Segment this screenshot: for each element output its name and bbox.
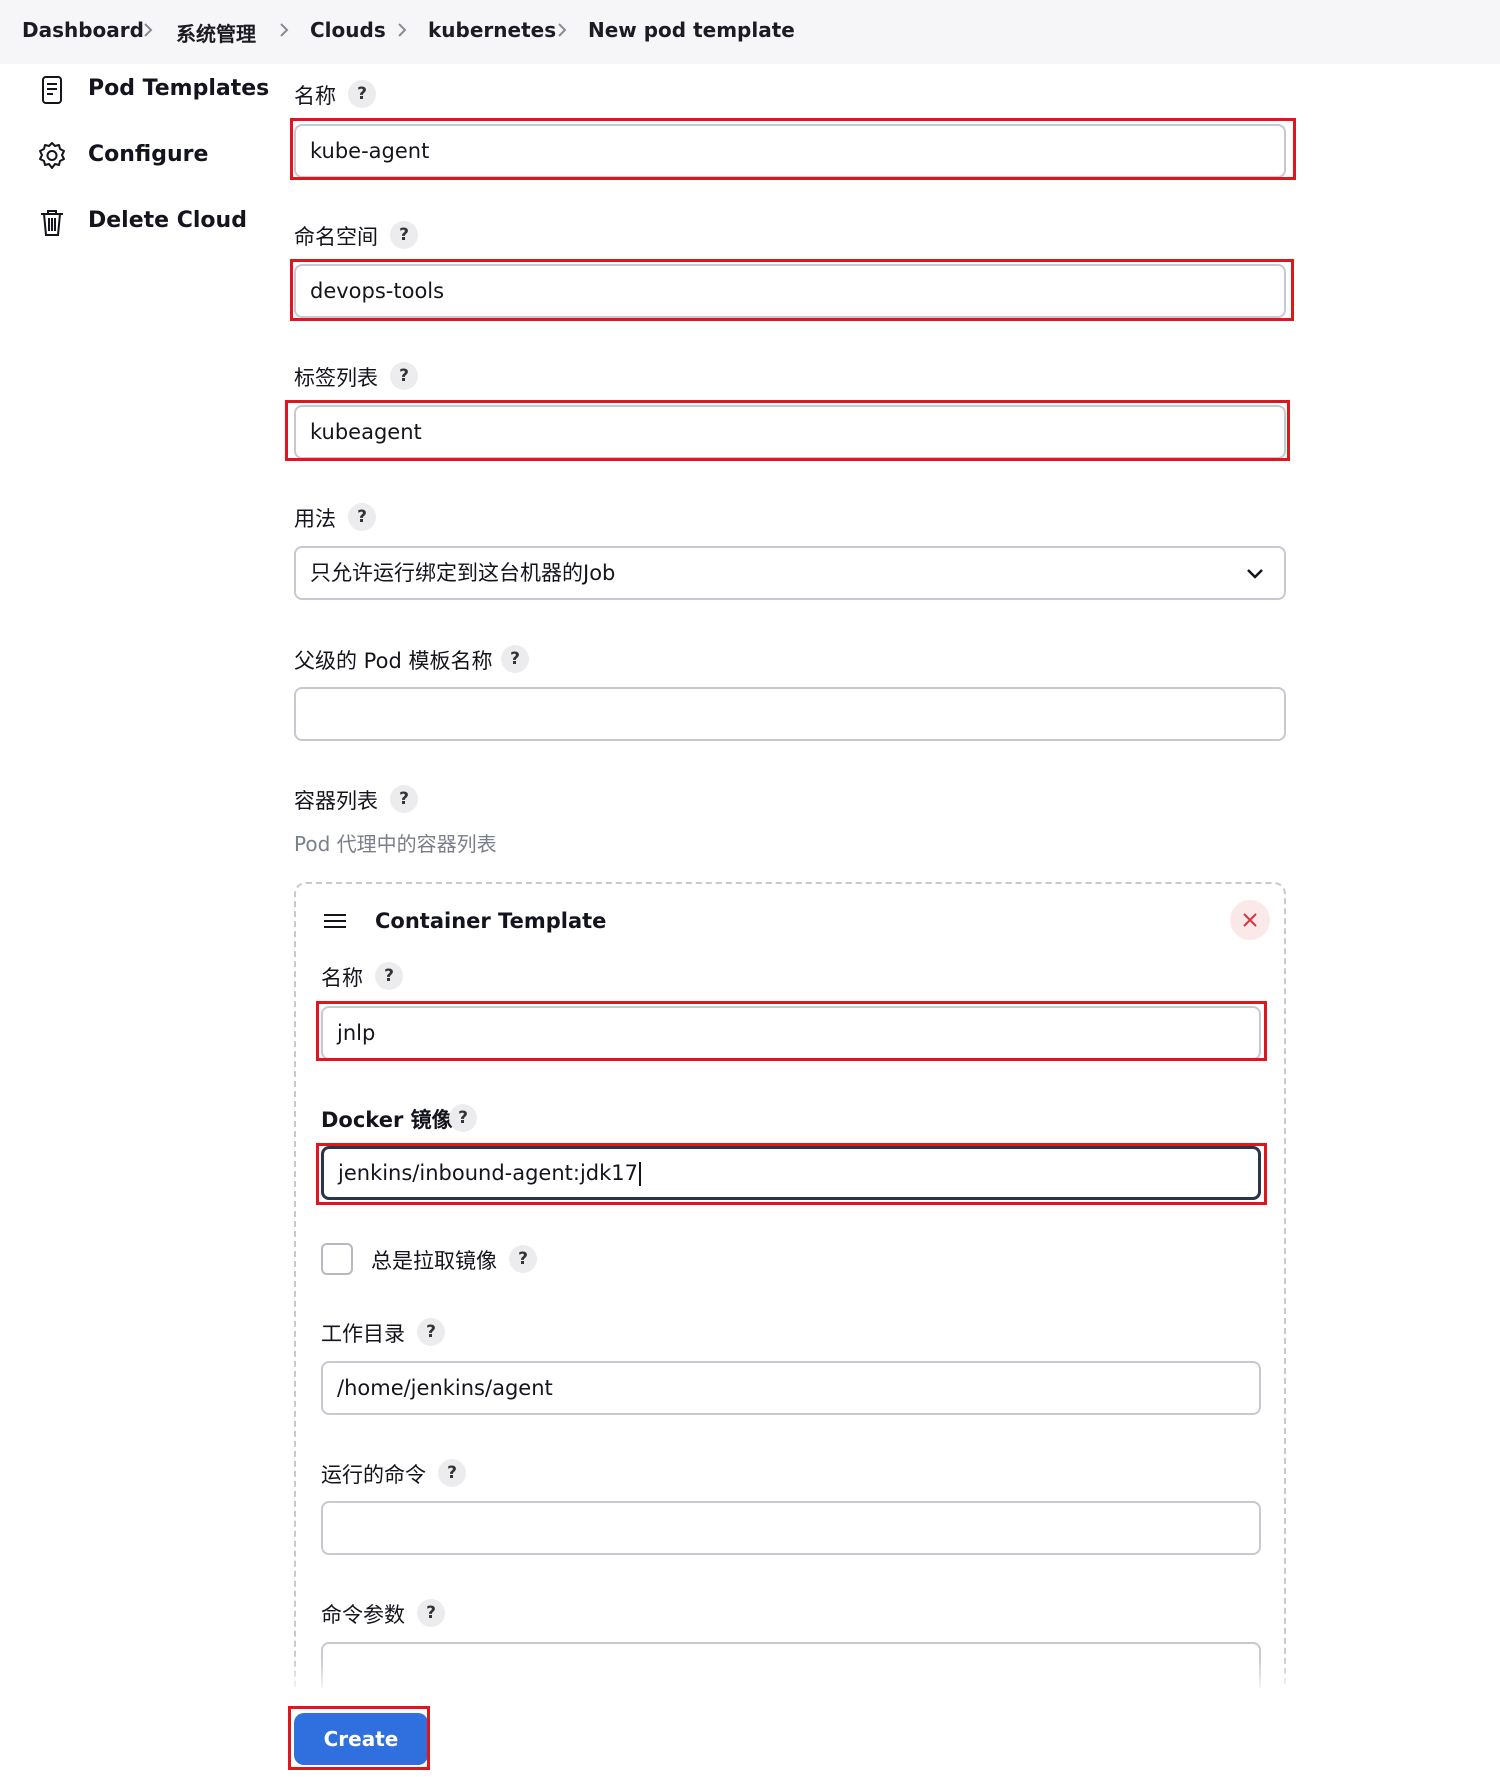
- sidebar-item-configure[interactable]: Configure: [36, 136, 236, 176]
- help-icon[interactable]: ?: [390, 362, 418, 390]
- help-icon[interactable]: ?: [417, 1318, 445, 1346]
- help-icon[interactable]: ?: [417, 1599, 445, 1627]
- chevron-down-icon: [1247, 569, 1263, 579]
- labels-label: 标签列表: [294, 366, 378, 390]
- sidebar-item-label: Delete Cloud: [88, 208, 247, 233]
- container-name-label: 名称: [321, 966, 363, 990]
- container-template-title: Container Template: [375, 909, 607, 933]
- parent-template-input[interactable]: [294, 687, 1286, 741]
- breadcrumb-dashboard[interactable]: Dashboard: [22, 18, 144, 42]
- containers-label: 容器列表: [294, 789, 378, 813]
- usage-select[interactable]: 只允许运行绑定到这台机器的Job: [294, 546, 1286, 600]
- help-icon[interactable]: ?: [348, 503, 376, 531]
- help-icon[interactable]: ?: [390, 221, 418, 249]
- remove-container-button[interactable]: [1230, 900, 1270, 940]
- drag-handle-icon[interactable]: [323, 911, 347, 931]
- chevron-right-icon: [144, 23, 153, 37]
- help-icon[interactable]: ?: [438, 1459, 466, 1487]
- sidebar-item-delete-cloud[interactable]: Delete Cloud: [36, 202, 247, 242]
- usage-selected-value: 只允许运行绑定到这台机器的Job: [310, 561, 616, 585]
- breadcrumb-clouds[interactable]: Clouds: [310, 18, 386, 42]
- docker-image-input[interactable]: jenkins/inbound-agent:jdk17: [321, 1146, 1261, 1200]
- help-icon[interactable]: ?: [348, 80, 376, 108]
- sidebar-item-pod-templates[interactable]: Pod Templates: [36, 70, 269, 110]
- parent-template-label: 父级的 Pod 模板名称: [294, 649, 493, 673]
- breadcrumb-kubernetes[interactable]: kubernetes: [428, 18, 556, 42]
- args-label: 命令参数: [321, 1603, 405, 1627]
- breadcrumb-current: New pod template: [588, 18, 795, 42]
- breadcrumb: Dashboard 系统管理 Clouds kubernetes New pod…: [0, 0, 1500, 64]
- chevron-right-icon: [398, 23, 407, 37]
- always-pull-checkbox[interactable]: [321, 1243, 353, 1275]
- create-button[interactable]: Create: [294, 1713, 428, 1765]
- working-dir-label: 工作目录: [321, 1322, 405, 1346]
- containers-description: Pod 代理中的容器列表: [294, 832, 497, 856]
- sidebar-item-label: Configure: [88, 142, 209, 167]
- working-dir-input[interactable]: /home/jenkins/agent: [321, 1361, 1261, 1415]
- labels-input[interactable]: kubeagent: [294, 405, 1286, 459]
- help-icon[interactable]: ?: [375, 962, 403, 990]
- document-icon: [42, 76, 62, 104]
- command-label: 运行的命令: [321, 1463, 426, 1487]
- help-icon[interactable]: ?: [509, 1245, 537, 1273]
- container-name-input[interactable]: jnlp: [321, 1006, 1261, 1060]
- text-caret: [639, 1162, 642, 1186]
- breadcrumb-system-management[interactable]: 系统管理: [176, 18, 256, 47]
- command-input[interactable]: [321, 1501, 1261, 1555]
- usage-label: 用法: [294, 507, 336, 531]
- namespace-input[interactable]: devops-tools: [294, 264, 1286, 318]
- help-icon[interactable]: ?: [449, 1104, 477, 1132]
- gear-icon: [39, 142, 65, 169]
- sidebar-item-label: Pod Templates: [88, 76, 270, 101]
- help-icon[interactable]: ?: [501, 645, 529, 673]
- chevron-right-icon: [280, 23, 289, 37]
- docker-image-label: Docker 镜像: [321, 1108, 453, 1132]
- trash-icon: [41, 210, 63, 236]
- name-input[interactable]: kube-agent: [294, 124, 1286, 178]
- name-label: 名称: [294, 84, 336, 108]
- docker-image-value: jenkins/inbound-agent:jdk17: [338, 1161, 639, 1185]
- help-icon[interactable]: ?: [390, 785, 418, 813]
- chevron-right-icon: [558, 23, 567, 37]
- namespace-label: 命名空间: [294, 225, 378, 249]
- always-pull-label: 总是拉取镜像: [371, 1249, 497, 1273]
- close-icon: [1243, 913, 1257, 927]
